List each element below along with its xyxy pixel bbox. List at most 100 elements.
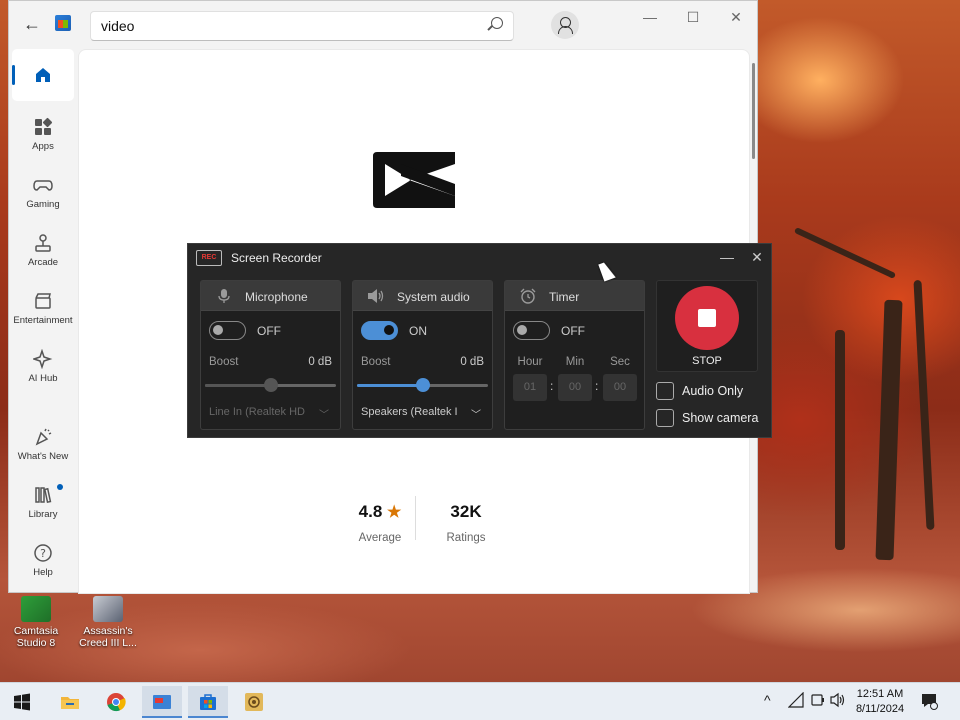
apps-icon [33,117,53,137]
party-icon [33,427,53,447]
stop-icon [698,309,716,327]
close-button[interactable]: ✕ [716,7,756,27]
desktop-icon-label: Assassin's Creed III L... [79,625,137,649]
taskbar-app-snail[interactable] [234,686,274,718]
sidebar-item-entertainment[interactable]: Entertainment [12,283,74,335]
sidebar-item-ai-hub[interactable]: AI Hub [12,341,74,393]
sidebar-item-label: What's New [17,451,69,462]
sidebar-item-label: AI Hub [28,373,58,384]
system-audio-boost-slider[interactable] [357,378,488,392]
taskbar-clock[interactable]: 12:51 AM 8/11/2024 [848,687,912,717]
search-input[interactable]: video [90,11,514,41]
selected-indicator [12,65,15,85]
speaker-icon [367,288,385,304]
start-button[interactable] [2,686,42,718]
star-icon: ★ [387,504,402,521]
rec-logo-icon: REC [196,250,222,266]
desktop-icon-camtasia[interactable]: Camtasia Studio 8 [0,596,72,649]
alarm-clock-icon [519,288,537,304]
system-audio-panel: System audio ON Boost 0 dB Speakers (Rea… [352,280,493,430]
screen-recorder-icon [152,692,172,712]
audio-only-checkbox[interactable] [656,382,674,400]
sidebar-item-label: Entertainment [13,315,73,326]
desktop-icon-assassins-creed[interactable]: Assassin's Creed III L... [72,596,144,649]
network-icon[interactable] [787,691,804,711]
chrome-icon [106,692,126,712]
system-audio-toggle[interactable] [361,321,398,340]
sidebar-item-home[interactable] [12,49,74,101]
recorder-title-bar[interactable]: REC Screen Recorder — ✕ [188,244,771,272]
notification-center-icon[interactable] [920,692,938,713]
sidebar-item-help[interactable]: ? Help [12,535,74,587]
sparkle-icon [31,348,53,370]
rating-average: 4.8 ★ Average [345,502,415,544]
system-audio-device-select[interactable]: Speakers (Realtek I ﹀ [361,406,489,424]
microphone-toggle[interactable] [209,321,246,340]
joystick-icon [33,233,53,253]
microphone-panel: Microphone OFF Boost 0 dB Line In (Realt… [200,280,341,430]
microphone-device-select[interactable]: Line In (Realtek HD ﹀ [209,406,337,424]
microphone-boost-slider[interactable] [205,378,336,392]
show-camera-checkbox[interactable] [656,409,674,427]
clapperboard-icon [33,291,53,311]
windows-logo-icon [12,692,32,712]
profile-avatar-icon[interactable] [551,11,579,39]
volume-icon[interactable] [830,692,846,711]
library-icon [33,485,53,505]
ratings-count: 32K Ratings [429,502,503,544]
timer-min-label: Min [565,356,585,368]
microphone-state: OFF [257,324,281,338]
stop-button[interactable] [675,286,739,350]
system-audio-state: ON [409,324,427,338]
recorder-close-button[interactable]: ✕ [749,249,765,266]
sidebar-item-label: Gaming [26,199,60,210]
sidebar-item-label: Library [28,509,58,520]
stop-area: STOP [656,280,758,372]
timer-panel: Timer OFF Hour Min Sec 01 : 00 : 00 [504,280,645,430]
slider-thumb[interactable] [263,378,278,392]
timer-sec-input[interactable]: 00 [603,374,637,401]
taskbar-microsoft-store[interactable] [188,686,228,718]
timer-state: OFF [561,324,585,338]
battery-icon[interactable] [810,692,826,711]
minimize-button[interactable]: — [630,7,670,27]
taskbar-chrome[interactable] [96,686,136,718]
microphone-boost-value: 0 dB [308,356,332,368]
timer-hour-input[interactable]: 01 [513,374,547,401]
sidebar-item-library[interactable]: Library [12,477,74,529]
rating-value: 4.8 [358,502,383,521]
timer-sec-label: Sec [610,356,630,368]
slider-thumb[interactable] [415,378,430,392]
ratings-count-value: 32K [450,502,482,521]
screen-recorder-window: REC Screen Recorder — ✕ Microphone OFF B… [187,243,772,438]
back-button[interactable]: ← [21,13,43,35]
taskbar-screen-recorder[interactable] [142,686,182,718]
search-icon[interactable] [491,17,503,29]
show-camera-label: Show camera [682,411,759,425]
taskbar-file-explorer[interactable] [50,686,90,718]
microphone-icon [215,288,233,304]
maximize-button[interactable]: ☐ [673,7,713,27]
timer-title: Timer [549,290,580,304]
sidebar-item-apps[interactable]: Apps [12,109,74,161]
microphone-title: Microphone [245,290,308,304]
timer-colon: : [550,379,554,393]
sidebar-item-label: Apps [32,141,54,152]
recorder-minimize-button[interactable]: — [719,249,735,265]
content-scrollbar[interactable] [752,63,755,159]
clock-time: 12:51 AM [856,688,904,700]
chevron-down-icon: ﹀ [319,410,329,421]
timer-toggle[interactable] [513,321,550,340]
ratings-count-label: Ratings [446,532,486,544]
desktop-icon-label: Camtasia Studio 8 [13,625,59,649]
sidebar-item-gaming[interactable]: Gaming [12,167,74,219]
sidebar-item-whats-new[interactable]: What's New [12,419,74,471]
system-audio-boost-label: Boost [361,356,391,368]
sidebar-item-arcade[interactable]: Arcade [12,225,74,277]
timer-hour-label: Hour [517,356,543,368]
show-hidden-icons-chevron-icon[interactable]: ^ [764,692,771,708]
microsoft-store-icon [198,692,218,712]
microphone-boost-label: Boost [209,356,239,368]
timer-min-input[interactable]: 00 [558,374,592,401]
sidebar-item-label: Arcade [27,257,59,268]
